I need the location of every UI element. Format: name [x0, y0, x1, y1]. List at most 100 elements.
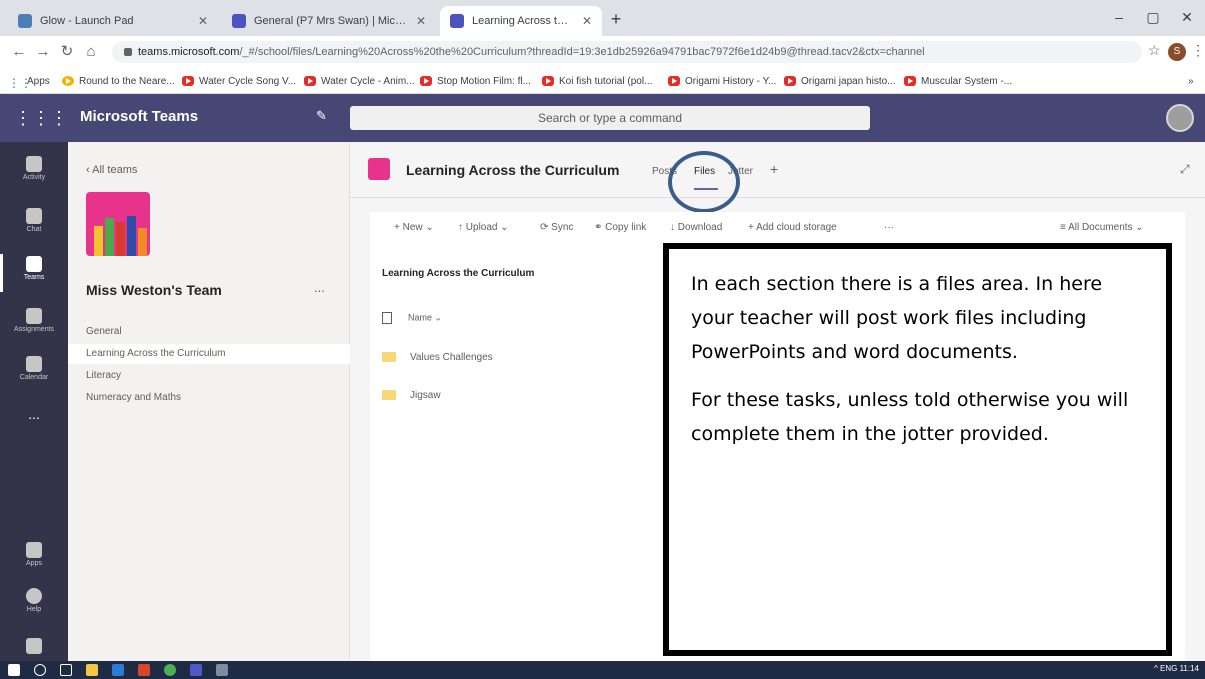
folder-icon	[382, 390, 396, 401]
pencil-graphic	[94, 226, 103, 256]
expand-icon[interactable]: ⤢	[1180, 162, 1190, 177]
file-explorer-icon[interactable]	[86, 664, 98, 676]
team-pane: ‹ All teams Miss Weston's Team ... Gener…	[68, 142, 350, 661]
callout-paragraph: In each section there is a files area. I…	[691, 273, 1103, 363]
rail-more-icon[interactable]: ...	[0, 406, 68, 422]
close-tab-icon[interactable]: ✕	[416, 14, 426, 28]
app-icon[interactable]	[138, 664, 150, 676]
profile-avatar[interactable]: S	[1168, 43, 1186, 61]
url-host: teams.microsoft.com	[138, 46, 240, 58]
pencil-graphic	[138, 228, 147, 256]
app-rail: Activity Chat Teams Assignments Calendar…	[0, 142, 68, 661]
bookmark-item[interactable]: Origami japan histo...	[784, 73, 896, 89]
rail-assignments[interactable]: Assignments	[0, 302, 68, 348]
reload-icon[interactable]: ↻	[56, 42, 78, 62]
user-avatar[interactable]	[1166, 104, 1194, 132]
bookmark-item[interactable]: Stop Motion Film: fl...	[420, 73, 531, 89]
channel-learning-across-the-curriculum[interactable]: Learning Across the Curriculum	[68, 344, 350, 364]
search-icon[interactable]	[34, 664, 46, 676]
lock-icon	[124, 48, 132, 57]
channel-numeracy-and-maths[interactable]: Numeracy and Maths	[86, 388, 336, 408]
new-tab-button[interactable]: +	[605, 8, 627, 30]
home-icon[interactable]: ⌂	[80, 42, 102, 62]
bookmark-item[interactable]: Origami History - Y...	[668, 73, 776, 89]
highlight-circle	[668, 151, 740, 213]
bookmark-item[interactable]: Round to the Neare...	[62, 73, 175, 89]
plus-icon: +	[748, 222, 757, 233]
app-icon[interactable]	[216, 664, 228, 676]
url-bar[interactable]: teams.microsoft.com/_#/school/files/Lear…	[112, 41, 1142, 63]
add-tab-button[interactable]: +	[770, 161, 778, 177]
glow-favicon-icon	[18, 14, 32, 28]
bookmarks-bar: ⋮⋮ Apps Round to the Neare... Water Cycle…	[0, 68, 1205, 94]
team-logo	[86, 192, 150, 256]
teams-icon	[26, 256, 42, 272]
close-window-button[interactable]: ✕	[1172, 6, 1202, 28]
more-actions-button[interactable]: ···	[884, 222, 894, 233]
help-icon	[26, 588, 42, 604]
app-launcher-icon[interactable]: ⋮⋮⋮	[14, 108, 68, 129]
youtube-icon	[304, 76, 316, 86]
maximize-button[interactable]: ▢	[1138, 6, 1168, 28]
teams-taskbar-icon[interactable]	[190, 664, 202, 676]
bookmark-item[interactable]: Water Cycle - Anim...	[304, 73, 415, 89]
browser-tab-glow[interactable]: Glow - Launch Pad ✕	[8, 6, 218, 36]
team-more-options[interactable]: ...	[314, 280, 325, 295]
forward-arrow-icon[interactable]: →	[32, 42, 54, 62]
bookmark-item[interactable]: Koi fish tutorial (pol...	[542, 73, 652, 89]
close-tab-icon[interactable]: ✕	[198, 14, 208, 28]
channel-literacy[interactable]: Literacy	[86, 366, 336, 386]
channel-general[interactable]: General	[86, 322, 336, 342]
address-toolbar: ← → ↻ ⌂ teams.microsoft.com/_#/school/fi…	[0, 36, 1205, 68]
tab-title: Learning Across the Curriculum	[472, 15, 574, 27]
rail-calendar[interactable]: Calendar	[0, 350, 68, 396]
folder-row[interactable]: Values Challenges	[382, 352, 493, 363]
link-icon: ⚭	[594, 222, 606, 233]
name-column-header[interactable]: Name ⌄	[382, 312, 442, 324]
bookmark-apps[interactable]: ⋮⋮ Apps	[8, 73, 50, 91]
pencil-graphic	[116, 222, 125, 256]
chrome-icon[interactable]	[164, 664, 176, 676]
channel-header: Learning Across the Curriculum Posts Fil…	[350, 142, 1205, 213]
bookmarks-overflow-icon[interactable]: »	[1188, 73, 1194, 89]
rail-teams[interactable]: Teams	[0, 250, 68, 296]
upload-button[interactable]: ↑ Upload ⌄	[458, 222, 509, 233]
browser-menu-icon[interactable]: ⋮	[1191, 42, 1205, 59]
bookmark-item[interactable]: Water Cycle Song V...	[182, 73, 296, 89]
task-view-icon[interactable]	[60, 664, 72, 676]
channel-team-icon	[368, 158, 390, 180]
add-cloud-storage-button[interactable]: + Add cloud storage	[748, 222, 837, 233]
browser-tab-general[interactable]: General (P7 Mrs Swan) | Microsoft Teams …	[222, 6, 436, 36]
all-teams-link[interactable]: ‹ All teams	[86, 164, 137, 176]
bell-icon	[26, 156, 42, 172]
browser-tab-learning[interactable]: Learning Across the Curriculum ✕	[440, 6, 602, 36]
download-icon: ↓	[670, 222, 678, 233]
minimize-button[interactable]: –	[1104, 6, 1134, 28]
channel-title: Learning Across the Curriculum	[406, 162, 620, 178]
sync-button[interactable]: ⟳ Sync	[540, 222, 573, 233]
youtube-icon	[668, 76, 680, 86]
back-arrow-icon[interactable]: ←	[8, 42, 30, 62]
download-button[interactable]: ↓ Download	[670, 222, 722, 233]
teams-favicon-icon	[450, 14, 464, 28]
plus-icon: +	[394, 222, 403, 233]
chat-icon	[26, 208, 42, 224]
store-icon[interactable]	[112, 664, 124, 676]
rail-chat[interactable]: Chat	[0, 202, 68, 248]
bookmark-favicon-icon	[62, 76, 74, 86]
bookmark-item[interactable]: Muscular System -...	[904, 73, 1012, 89]
search-input[interactable]: Search or type a command	[350, 106, 870, 130]
tab-title: General (P7 Mrs Swan) | Microsoft Teams	[254, 15, 408, 27]
new-chat-icon[interactable]: ✎	[316, 108, 327, 124]
folder-row[interactable]: Jigsaw	[382, 390, 441, 401]
close-tab-icon[interactable]: ✕	[582, 14, 592, 28]
rail-apps[interactable]: Apps	[0, 536, 68, 582]
apps-icon	[26, 542, 42, 558]
start-icon[interactable]	[8, 664, 20, 676]
view-selector[interactable]: ≡ All Documents ⌄	[1060, 222, 1144, 233]
rail-help[interactable]: Help	[0, 582, 68, 628]
copy-link-button[interactable]: ⚭ Copy link	[594, 222, 646, 233]
rail-activity[interactable]: Activity	[0, 150, 68, 196]
new-button[interactable]: + New ⌄	[394, 222, 434, 233]
bookmark-star-icon[interactable]: ☆	[1148, 42, 1161, 59]
